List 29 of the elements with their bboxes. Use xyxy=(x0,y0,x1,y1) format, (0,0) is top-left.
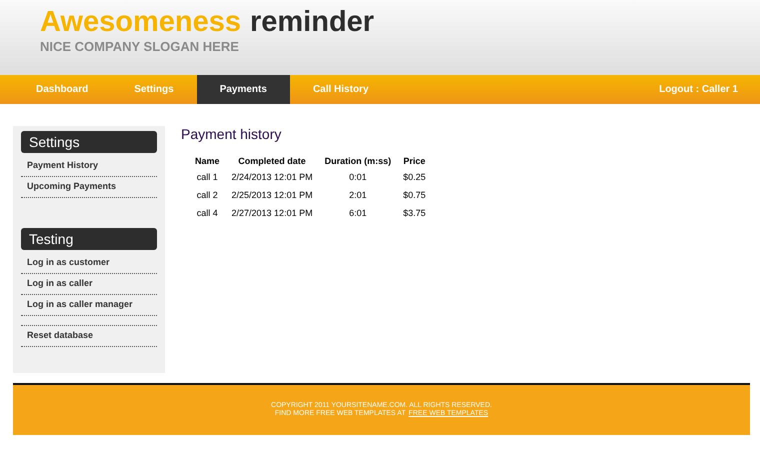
sidebar-link[interactable]: Payment History xyxy=(21,156,157,177)
table-cell-text: $3.75 xyxy=(402,207,427,220)
column-header: Price xyxy=(402,156,426,168)
nav-tab[interactable]: Payments xyxy=(196,75,290,104)
site-title-accent: Awesomeness xyxy=(40,6,241,38)
page-heading: Payment history xyxy=(181,126,282,142)
sidebar-link[interactable]: Log in as caller manager xyxy=(21,295,157,316)
table-cell-text: call 4 xyxy=(196,207,219,220)
table-cell-text: 6:01 xyxy=(348,207,368,220)
slogan: NICE COMPANY SLOGAN HERE xyxy=(40,39,240,54)
table-cell-text: $0.25 xyxy=(402,171,427,184)
table-cell-text: 2:01 xyxy=(348,189,368,202)
column-header: Name xyxy=(194,156,221,168)
table-cell-text: 2/24/2013 12:01 PM xyxy=(230,171,314,184)
table-cell-text: $0.75 xyxy=(402,189,427,202)
sidebar-link[interactable]: Reset database xyxy=(21,326,157,347)
table-cell-text: call 2 xyxy=(196,189,219,202)
table-cell-text: 0:01 xyxy=(348,171,368,184)
site-title: reminder xyxy=(250,6,374,38)
sidebar-link[interactable]: Log in as caller xyxy=(21,274,157,295)
column-header: Completed date xyxy=(237,156,307,168)
sidebar-link[interactable]: Upcoming Payments xyxy=(21,177,157,198)
table-cell-text: 2/27/2013 12:01 PM xyxy=(230,207,314,220)
sidebar-heading: Testing xyxy=(21,228,157,250)
table-cell-text: 2/25/2013 12:01 PM xyxy=(230,189,314,202)
column-header: Duration (m:ss) xyxy=(324,156,392,168)
sidebar-heading: Settings xyxy=(21,131,157,153)
table-cell-text: call 1 xyxy=(196,171,219,184)
sidebar-link[interactable]: Log in as customer xyxy=(21,253,157,274)
